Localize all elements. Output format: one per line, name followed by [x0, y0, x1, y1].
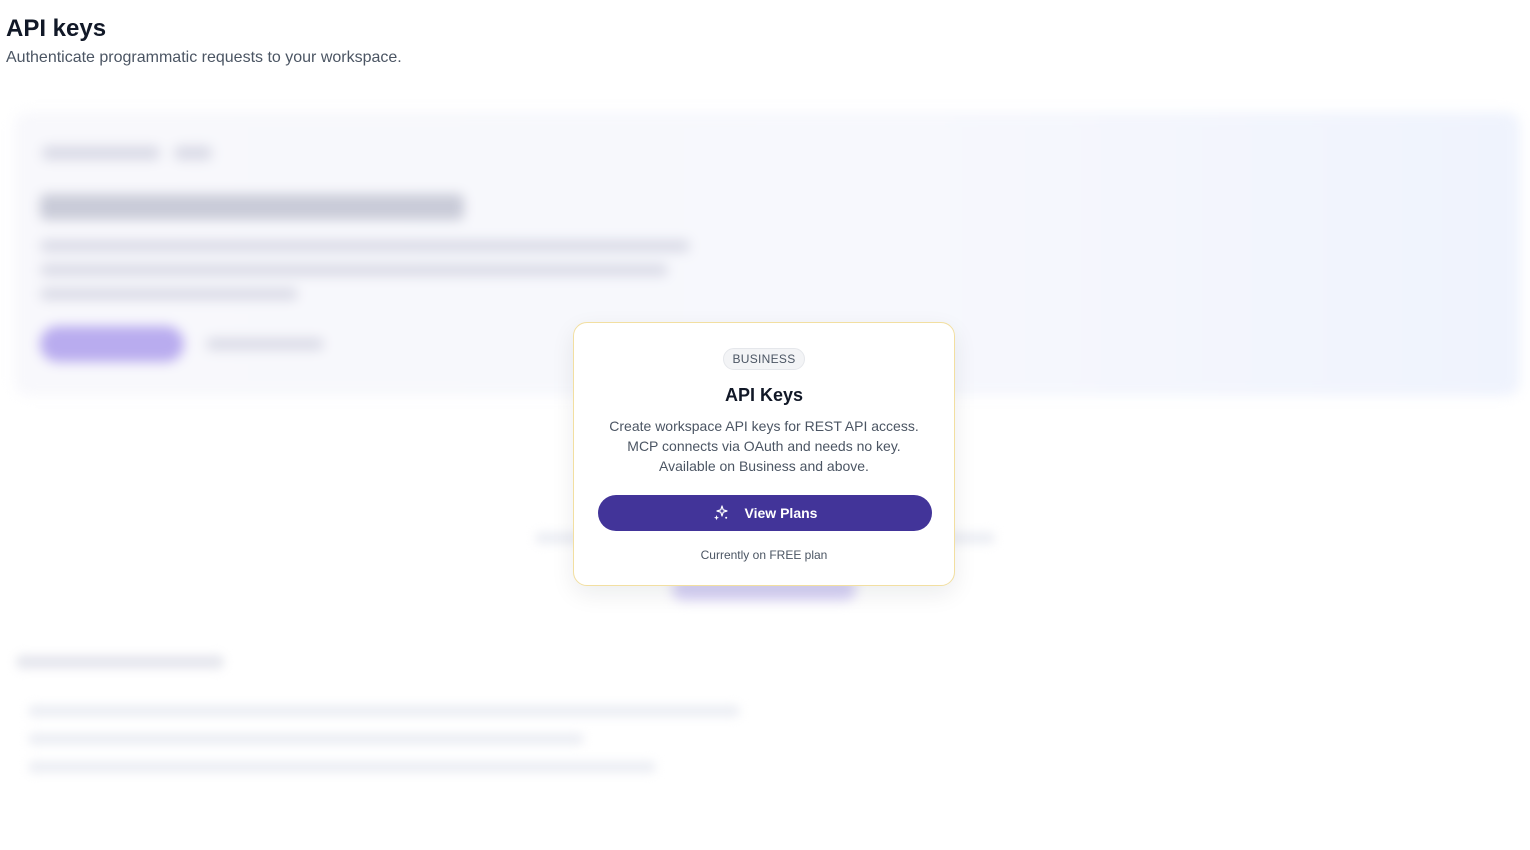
blurred-info-line-1: [28, 705, 740, 717]
card-description-line: Available on Business and above.: [659, 458, 869, 474]
page-title: API keys: [6, 15, 107, 42]
upgrade-card: BUSINESS API Keys Create workspace API k…: [573, 322, 955, 586]
blurred-section-heading: [16, 655, 224, 669]
view-plans-button[interactable]: View Plans: [598, 495, 932, 531]
page-subtitle: Authenticate programmatic requests to yo…: [6, 49, 402, 66]
current-plan-status: Currently on FREE plan: [700, 548, 828, 562]
plan-badge: BUSINESS: [723, 348, 805, 370]
card-description-line: Create workspace API keys for REST API a…: [609, 418, 919, 434]
page-header: API keys Authenticate programmatic reque…: [6, 14, 402, 68]
card-description-line: MCP connects via OAuth and needs no key.: [627, 438, 901, 454]
card-description: Create workspace API keys for REST API a…: [594, 416, 934, 476]
card-title: API Keys: [724, 385, 804, 405]
api-keys-page: API keys Authenticate programmatic reque…: [0, 0, 1530, 850]
sparkle-icon: [713, 505, 728, 521]
blurred-info-line-2: [28, 733, 584, 745]
blurred-info-line-3: [28, 761, 656, 773]
view-plans-label: View Plans: [744, 505, 818, 521]
